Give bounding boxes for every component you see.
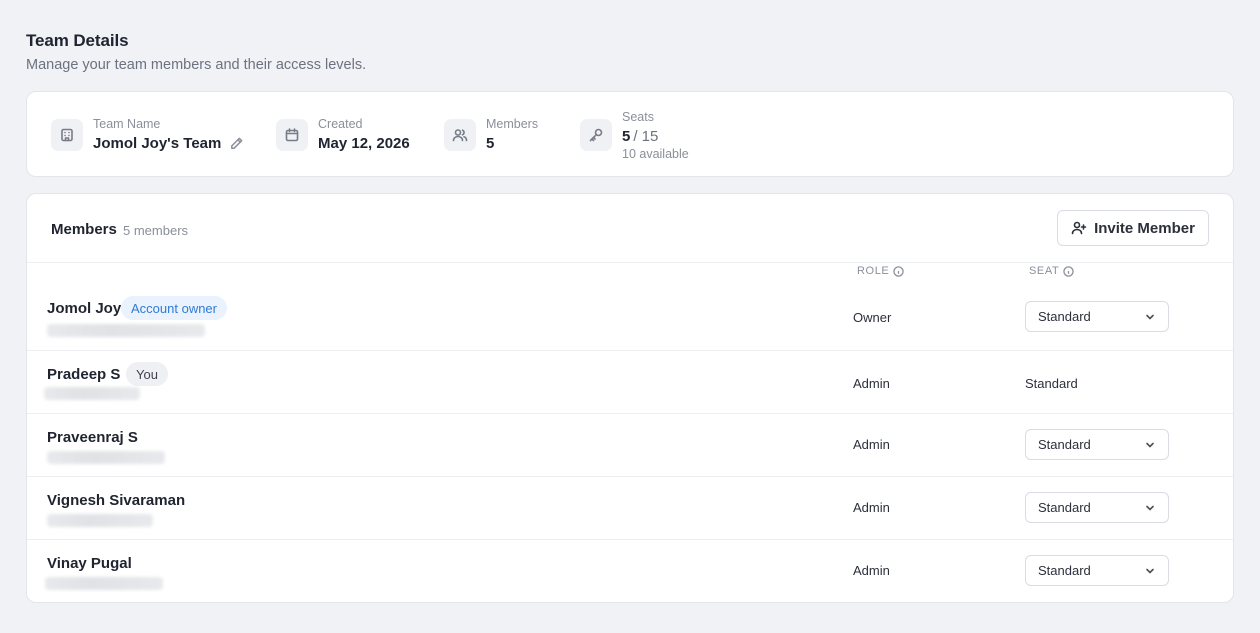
created-label: Created	[318, 116, 363, 131]
seat-select[interactable]: Standard	[1025, 429, 1169, 460]
members-header: Members 5 members Invite Member	[27, 194, 1233, 263]
key-icon	[580, 119, 612, 151]
seat-select-value: Standard	[1038, 563, 1091, 578]
seat-select[interactable]: Standard	[1025, 301, 1169, 332]
you-badge: You	[126, 362, 168, 386]
created-value: May 12, 2026	[318, 134, 410, 152]
column-header-seat: SEAT	[1029, 265, 1075, 277]
chevron-down-icon	[1146, 568, 1154, 573]
chevron-down-icon	[1146, 505, 1154, 510]
users-icon	[444, 119, 476, 151]
member-name: Vinay Pugal	[47, 555, 132, 572]
stat-members: Members 5	[444, 92, 538, 178]
role-header-label: ROLE	[857, 265, 890, 277]
members-label: Members	[486, 116, 539, 131]
seat-select[interactable]: Standard	[1025, 492, 1169, 523]
member-email-redacted	[47, 324, 205, 337]
chevron-down-icon	[1146, 314, 1154, 319]
member-email-redacted	[47, 451, 165, 464]
building-icon	[51, 119, 83, 151]
table-row: Pradeep S You Admin Standard	[27, 351, 1233, 414]
chevron-down-icon	[1146, 442, 1154, 447]
page-header: Team Details Manage your team members an…	[26, 31, 366, 73]
user-plus-icon	[1071, 221, 1087, 235]
member-role: Admin	[853, 563, 890, 578]
member-email-redacted	[45, 577, 163, 590]
seat-select-value: Standard	[1038, 437, 1091, 452]
seat-select[interactable]: Standard	[1025, 555, 1169, 586]
seats-value: 5 / 15	[622, 127, 689, 147]
member-email-redacted	[47, 514, 153, 527]
member-role: Admin	[853, 437, 890, 452]
table-row: Praveenraj S Admin Standard	[27, 414, 1233, 477]
stat-team-name: Team Name Jomol Joy's Team	[51, 92, 244, 178]
seat-select-value: Standard	[1038, 500, 1091, 515]
info-icon[interactable]	[1063, 265, 1075, 277]
member-role: Admin	[853, 500, 890, 515]
member-name: Pradeep S	[47, 366, 121, 383]
calendar-icon	[276, 119, 308, 151]
table-row: Jomol Joy Account owner Owner Standard	[27, 282, 1233, 351]
members-card: Members 5 members Invite Member ROLE SEA…	[26, 193, 1234, 603]
table-row: Vignesh Sivaraman Admin Standard	[27, 477, 1233, 540]
members-count: 5 members	[123, 223, 189, 238]
members-title: Members	[51, 221, 117, 238]
seats-used: 5	[622, 127, 631, 145]
member-email-redacted	[44, 387, 140, 400]
page-subtitle: Manage your team members and their acces…	[26, 57, 367, 73]
seats-label: Seats	[622, 109, 654, 124]
table-row: Vinay Pugal Admin Standard	[27, 540, 1233, 603]
edit-pencil-icon[interactable]	[229, 136, 244, 151]
account-owner-badge: Account owner	[121, 296, 227, 320]
page-title: Team Details	[26, 31, 129, 50]
invite-member-button[interactable]: Invite Member	[1057, 210, 1209, 246]
team-name-value: Jomol Joy's Team	[93, 134, 222, 152]
member-role: Admin	[853, 376, 890, 391]
member-name: Jomol Joy	[47, 300, 122, 317]
seat-value: Standard	[1025, 376, 1078, 391]
team-summary-card: Team Name Jomol Joy's Team Created May 1…	[26, 91, 1234, 177]
team-name-label: Team Name	[93, 116, 161, 131]
seat-header-label: SEAT	[1029, 265, 1060, 277]
seats-total: / 15	[633, 127, 659, 145]
member-name: Praveenraj S	[47, 429, 138, 446]
invite-member-label: Invite Member	[1094, 219, 1195, 237]
seats-available: 10 available	[622, 146, 689, 161]
seat-select-value: Standard	[1038, 309, 1091, 324]
stat-seats: Seats 5 / 15 10 available	[580, 92, 689, 178]
member-role: Owner	[853, 310, 892, 325]
info-icon[interactable]	[893, 265, 905, 277]
stat-created: Created May 12, 2026	[276, 92, 410, 178]
member-name: Vignesh Sivaraman	[47, 492, 186, 509]
members-value: 5	[486, 134, 495, 152]
column-header-role: ROLE	[857, 265, 905, 277]
